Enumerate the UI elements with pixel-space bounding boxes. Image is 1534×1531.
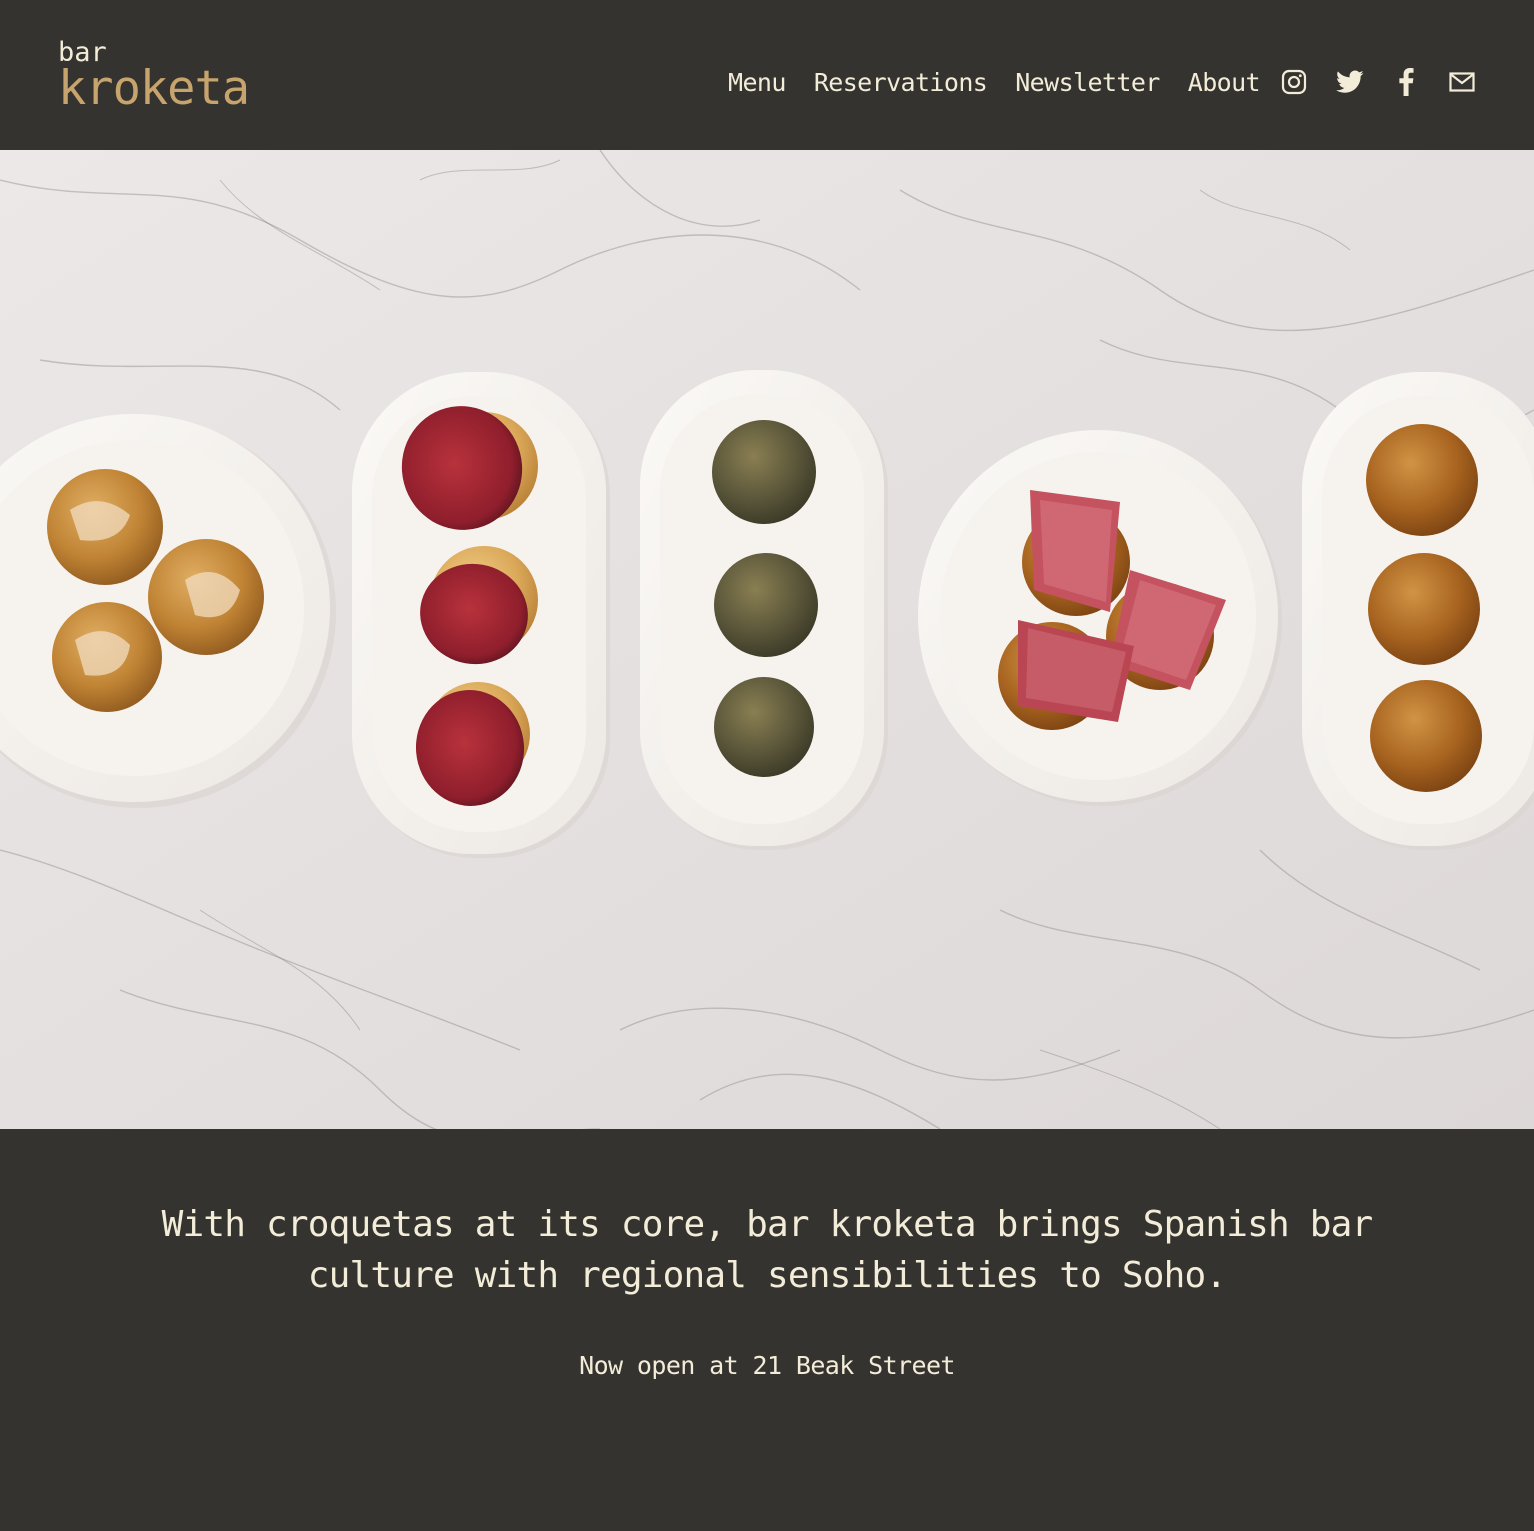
hero-image [0, 150, 1534, 1129]
email-icon[interactable] [1448, 68, 1476, 96]
facebook-icon[interactable] [1392, 68, 1420, 96]
tagline: With croquetas at its core, bar kroketa … [161, 1204, 1373, 1296]
nav-menu[interactable]: Menu [728, 68, 786, 97]
nav-reservations[interactable]: Reservations [814, 68, 988, 97]
nav-newsletter[interactable]: Newsletter [1015, 68, 1160, 97]
nav-about[interactable]: About [1188, 68, 1261, 97]
site-header: bar kroketa Menu Reservations Newsletter… [0, 0, 1534, 150]
brand-logo[interactable]: bar kroketa [58, 38, 250, 116]
brand-logo-name: kroketa [58, 61, 250, 116]
twitter-icon[interactable] [1336, 68, 1364, 96]
main-nav: Menu Reservations Newsletter About [728, 64, 1288, 100]
social-links [1280, 64, 1476, 100]
address-line: Now open at 21 Beak Street [579, 1351, 955, 1380]
instagram-icon[interactable] [1280, 68, 1308, 96]
intro-section: With croquetas at its core, bar kroketa … [0, 1129, 1534, 1531]
